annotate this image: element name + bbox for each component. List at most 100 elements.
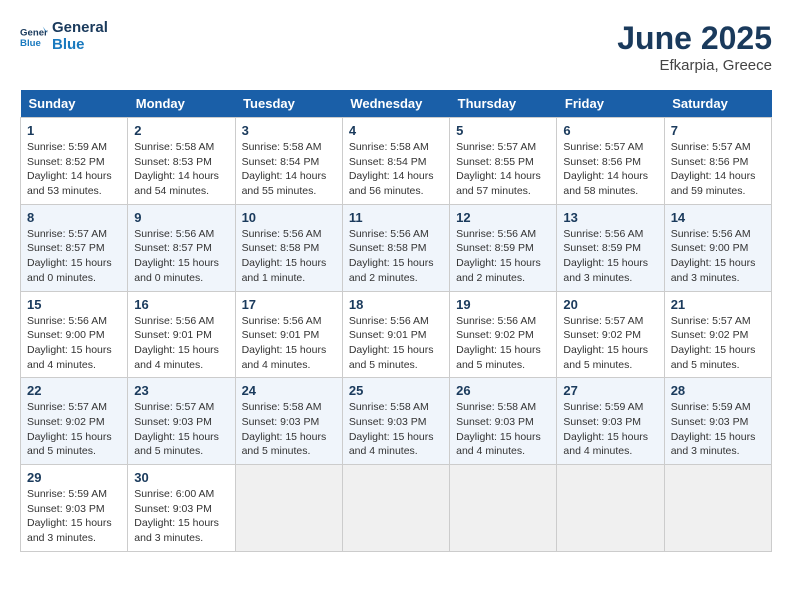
calendar-cell: 17 Sunrise: 5:56 AM Sunset: 9:01 PM Dayli…	[235, 291, 342, 378]
day-number: 27	[563, 383, 657, 398]
day-info: Sunrise: 5:59 AM Sunset: 9:03 PM Dayligh…	[563, 400, 657, 459]
weekday-header-tuesday: Tuesday	[235, 90, 342, 118]
weekday-header-monday: Monday	[128, 90, 235, 118]
logo-icon: General Blue	[20, 23, 48, 51]
calendar-week-row: 29 Sunrise: 5:59 AM Sunset: 9:03 PM Dayli…	[21, 465, 772, 552]
calendar-cell: 19 Sunrise: 5:56 AM Sunset: 9:02 PM Dayli…	[450, 291, 557, 378]
calendar-cell: 20Sunrise: 5:57 AM Sunset: 9:02 PM Dayli…	[557, 291, 664, 378]
day-info: Sunrise: 5:58 AM Sunset: 9:03 PM Dayligh…	[349, 400, 443, 459]
logo-line2: Blue	[52, 37, 108, 54]
day-info: Sunrise: 5:56 AM Sunset: 8:58 PM Dayligh…	[349, 227, 443, 286]
day-number: 25	[349, 383, 443, 398]
day-info: Sunrise: 5:56 AM Sunset: 8:58 PM Dayligh…	[242, 227, 336, 286]
day-info: Sunrise: 5:57 AM Sunset: 8:56 PM Dayligh…	[671, 140, 765, 199]
location: Efkarpia, Greece	[617, 57, 772, 74]
calendar-header-row: SundayMondayTuesdayWednesdayThursdayFrid…	[21, 90, 772, 118]
calendar-cell: 7 Sunrise: 5:57 AM Sunset: 8:56 PM Daylig…	[664, 118, 771, 205]
calendar-cell: 9Sunrise: 5:56 AM Sunset: 8:57 PM Daylig…	[128, 204, 235, 291]
calendar-cell: 15Sunrise: 5:56 AM Sunset: 9:00 PM Dayli…	[21, 291, 128, 378]
day-number: 21	[671, 297, 765, 312]
title-block: June 2025 Efkarpia, Greece	[617, 20, 772, 74]
day-info: Sunrise: 5:58 AM Sunset: 9:03 PM Dayligh…	[456, 400, 550, 459]
day-info: Sunrise: 5:57 AM Sunset: 8:55 PM Dayligh…	[456, 140, 550, 199]
day-info: Sunrise: 5:58 AM Sunset: 9:03 PM Dayligh…	[242, 400, 336, 459]
day-info: Sunrise: 5:59 AM Sunset: 9:03 PM Dayligh…	[27, 487, 121, 546]
logo-line1: General	[52, 20, 108, 37]
calendar-cell: 14 Sunrise: 5:56 AM Sunset: 9:00 PM Dayli…	[664, 204, 771, 291]
day-info: Sunrise: 5:56 AM Sunset: 9:00 PM Dayligh…	[27, 314, 121, 373]
day-number: 7	[671, 123, 765, 138]
day-number: 19	[456, 297, 550, 312]
day-number: 22	[27, 383, 121, 398]
calendar-cell: 4Sunrise: 5:58 AM Sunset: 8:54 PM Daylig…	[342, 118, 449, 205]
calendar-cell	[450, 465, 557, 552]
calendar-cell: 3 Sunrise: 5:58 AM Sunset: 8:54 PM Daylig…	[235, 118, 342, 205]
day-info: Sunrise: 5:57 AM Sunset: 9:03 PM Dayligh…	[134, 400, 228, 459]
day-info: Sunrise: 5:57 AM Sunset: 8:57 PM Dayligh…	[27, 227, 121, 286]
day-number: 1	[27, 123, 121, 138]
page-header: General Blue General Blue June 2025 Efka…	[20, 20, 772, 74]
day-info: Sunrise: 5:57 AM Sunset: 9:02 PM Dayligh…	[563, 314, 657, 373]
weekday-header-thursday: Thursday	[450, 90, 557, 118]
day-info: Sunrise: 5:57 AM Sunset: 9:02 PM Dayligh…	[671, 314, 765, 373]
day-number: 2	[134, 123, 228, 138]
calendar-cell: 11Sunrise: 5:56 AM Sunset: 8:58 PM Dayli…	[342, 204, 449, 291]
day-number: 17	[242, 297, 336, 312]
calendar-cell: 16 Sunrise: 5:56 AM Sunset: 9:01 PM Dayli…	[128, 291, 235, 378]
day-number: 4	[349, 123, 443, 138]
day-number: 6	[563, 123, 657, 138]
calendar-cell	[342, 465, 449, 552]
calendar-cell	[557, 465, 664, 552]
day-number: 12	[456, 210, 550, 225]
svg-text:Blue: Blue	[20, 37, 41, 48]
day-number: 9	[134, 210, 228, 225]
day-number: 14	[671, 210, 765, 225]
calendar-cell: 2 Sunrise: 5:58 AM Sunset: 8:53 PM Daylig…	[128, 118, 235, 205]
calendar-cell: 10 Sunrise: 5:56 AM Sunset: 8:58 PM Dayli…	[235, 204, 342, 291]
calendar-week-row: 8Sunrise: 5:57 AM Sunset: 8:57 PM Daylig…	[21, 204, 772, 291]
day-number: 10	[242, 210, 336, 225]
weekday-header-sunday: Sunday	[21, 90, 128, 118]
day-number: 28	[671, 383, 765, 398]
calendar-cell: 21 Sunrise: 5:57 AM Sunset: 9:02 PM Dayli…	[664, 291, 771, 378]
calendar-cell: 12 Sunrise: 5:56 AM Sunset: 8:59 PM Dayli…	[450, 204, 557, 291]
day-number: 16	[134, 297, 228, 312]
day-info: Sunrise: 5:56 AM Sunset: 8:59 PM Dayligh…	[456, 227, 550, 286]
month-title: June 2025	[617, 20, 772, 57]
day-number: 13	[563, 210, 657, 225]
calendar-cell: 6 Sunrise: 5:57 AM Sunset: 8:56 PM Daylig…	[557, 118, 664, 205]
calendar-cell: 23 Sunrise: 5:57 AM Sunset: 9:03 PM Dayli…	[128, 378, 235, 465]
day-number: 23	[134, 383, 228, 398]
day-info: Sunrise: 5:56 AM Sunset: 9:01 PM Dayligh…	[134, 314, 228, 373]
day-number: 24	[242, 383, 336, 398]
day-info: Sunrise: 5:59 AM Sunset: 9:03 PM Dayligh…	[671, 400, 765, 459]
calendar-cell: 27 Sunrise: 5:59 AM Sunset: 9:03 PM Dayli…	[557, 378, 664, 465]
calendar-cell: 18Sunrise: 5:56 AM Sunset: 9:01 PM Dayli…	[342, 291, 449, 378]
calendar-cell: 8Sunrise: 5:57 AM Sunset: 8:57 PM Daylig…	[21, 204, 128, 291]
svg-text:General: General	[20, 27, 48, 38]
day-number: 3	[242, 123, 336, 138]
day-info: Sunrise: 5:57 AM Sunset: 8:56 PM Dayligh…	[563, 140, 657, 199]
calendar-cell: 25 Sunrise: 5:58 AM Sunset: 9:03 PM Dayli…	[342, 378, 449, 465]
calendar-cell: 29 Sunrise: 5:59 AM Sunset: 9:03 PM Dayli…	[21, 465, 128, 552]
day-number: 18	[349, 297, 443, 312]
day-info: Sunrise: 5:59 AM Sunset: 8:52 PM Dayligh…	[27, 140, 121, 199]
weekday-header-friday: Friday	[557, 90, 664, 118]
calendar-cell: 24 Sunrise: 5:58 AM Sunset: 9:03 PM Dayli…	[235, 378, 342, 465]
day-info: Sunrise: 5:58 AM Sunset: 8:53 PM Dayligh…	[134, 140, 228, 199]
day-info: Sunrise: 5:56 AM Sunset: 9:01 PM Dayligh…	[242, 314, 336, 373]
calendar-cell: 28 Sunrise: 5:59 AM Sunset: 9:03 PM Dayli…	[664, 378, 771, 465]
calendar-cell: 1 Sunrise: 5:59 AM Sunset: 8:52 PM Daylig…	[21, 118, 128, 205]
calendar-cell: 30Sunrise: 6:00 AM Sunset: 9:03 PM Dayli…	[128, 465, 235, 552]
day-number: 26	[456, 383, 550, 398]
calendar-cell	[235, 465, 342, 552]
day-number: 29	[27, 470, 121, 485]
calendar-cell: 13Sunrise: 5:56 AM Sunset: 8:59 PM Dayli…	[557, 204, 664, 291]
day-info: Sunrise: 5:57 AM Sunset: 9:02 PM Dayligh…	[27, 400, 121, 459]
day-info: Sunrise: 5:58 AM Sunset: 8:54 PM Dayligh…	[242, 140, 336, 199]
calendar-week-row: 1 Sunrise: 5:59 AM Sunset: 8:52 PM Daylig…	[21, 118, 772, 205]
day-info: Sunrise: 5:56 AM Sunset: 9:00 PM Dayligh…	[671, 227, 765, 286]
day-info: Sunrise: 5:56 AM Sunset: 9:02 PM Dayligh…	[456, 314, 550, 373]
calendar-cell: 5Sunrise: 5:57 AM Sunset: 8:55 PM Daylig…	[450, 118, 557, 205]
logo: General Blue General Blue	[20, 20, 108, 53]
